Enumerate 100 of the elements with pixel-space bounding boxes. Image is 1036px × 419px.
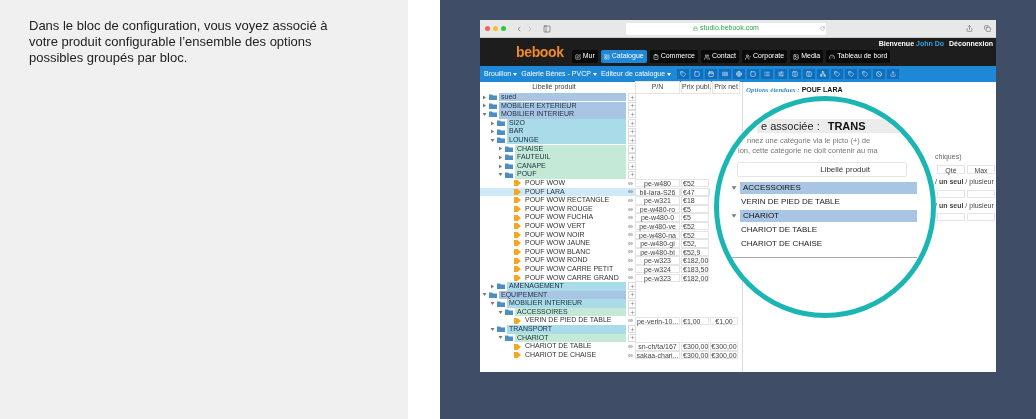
add-button[interactable] bbox=[628, 170, 636, 179]
back-icon[interactable] bbox=[515, 24, 523, 33]
link-icon[interactable] bbox=[628, 215, 633, 221]
max-field[interactable] bbox=[967, 213, 995, 221]
link-icon[interactable] bbox=[628, 352, 633, 358]
link-icon[interactable] bbox=[628, 223, 633, 229]
caption-text: Dans le bloc de configuration, vous voyez associé à votre produit configurable l’ensemble des options possibles groupés par bloc. bbox=[29, 18, 329, 66]
collapsed-caret-icon[interactable] bbox=[482, 94, 487, 100]
close-icon[interactable] bbox=[485, 26, 490, 31]
forward-icon[interactable] bbox=[526, 24, 534, 33]
toolbar-button[interactable] bbox=[873, 69, 886, 79]
expanded-caret-icon[interactable] bbox=[731, 185, 737, 191]
list-icon bbox=[764, 71, 771, 77]
columns-icon bbox=[806, 71, 813, 77]
toolbar-button[interactable] bbox=[817, 69, 830, 79]
tag-icon bbox=[862, 71, 869, 77]
maximize-icon[interactable] bbox=[501, 26, 506, 31]
toolbar-button[interactable] bbox=[845, 69, 858, 79]
minimize-icon[interactable] bbox=[493, 26, 498, 31]
add-button[interactable] bbox=[628, 119, 636, 128]
product-name: CHARIOT DE CHAISE bbox=[740, 238, 824, 250]
section-value: TRANS bbox=[827, 118, 866, 134]
add-button[interactable] bbox=[628, 93, 636, 102]
toolbar-button[interactable] bbox=[887, 69, 900, 79]
network-icon bbox=[820, 71, 827, 77]
link-icon[interactable] bbox=[628, 189, 633, 195]
add-button[interactable] bbox=[628, 282, 636, 291]
link-icon[interactable] bbox=[628, 240, 633, 246]
toolbar-button[interactable] bbox=[761, 69, 774, 79]
toolbar-button[interactable] bbox=[831, 69, 844, 79]
quantity-field[interactable] bbox=[937, 189, 965, 198]
link-icon[interactable] bbox=[628, 206, 633, 212]
expanded-caret-icon[interactable] bbox=[490, 301, 495, 307]
expanded-caret-icon[interactable] bbox=[498, 309, 503, 315]
add-button[interactable] bbox=[628, 110, 636, 119]
add-button[interactable] bbox=[628, 333, 636, 342]
max-field[interactable] bbox=[967, 189, 995, 198]
logo[interactable]: bebook bbox=[516, 41, 564, 63]
link-icon[interactable] bbox=[628, 275, 633, 281]
add-button[interactable] bbox=[628, 299, 636, 308]
gauge-icon bbox=[829, 53, 836, 60]
add-button[interactable] bbox=[628, 308, 636, 317]
share-icon[interactable] bbox=[966, 25, 973, 32]
upload-icon bbox=[890, 71, 897, 77]
link-icon[interactable] bbox=[628, 197, 633, 203]
link-icon[interactable] bbox=[628, 344, 633, 349]
link-icon[interactable] bbox=[628, 258, 633, 264]
collapsed-caret-icon[interactable] bbox=[490, 129, 495, 135]
add-button[interactable] bbox=[628, 136, 636, 145]
link-icon[interactable] bbox=[628, 266, 633, 272]
tabs-icon[interactable] bbox=[984, 25, 991, 32]
add-button[interactable] bbox=[628, 144, 636, 153]
toolbar-button[interactable] bbox=[719, 69, 732, 79]
add-button[interactable] bbox=[628, 153, 636, 162]
toolbar-button[interactable] bbox=[803, 69, 816, 79]
link-icon[interactable] bbox=[628, 180, 633, 186]
add-button[interactable] bbox=[628, 325, 636, 334]
expanded-caret-icon[interactable] bbox=[482, 292, 487, 298]
globe-icon bbox=[736, 71, 743, 77]
calendar-icon bbox=[708, 71, 715, 77]
expanded-caret-icon[interactable] bbox=[482, 111, 487, 117]
section-label: e associée : bbox=[761, 118, 820, 134]
collapsed-caret-icon[interactable] bbox=[498, 163, 503, 169]
sidebar-icon[interactable] bbox=[543, 24, 551, 33]
toolbar-button[interactable] bbox=[677, 69, 690, 79]
link-icon[interactable] bbox=[628, 318, 633, 324]
add-button[interactable] bbox=[628, 162, 636, 171]
add-button[interactable] bbox=[628, 101, 636, 110]
expanded-caret-icon[interactable] bbox=[498, 335, 503, 341]
category-label[interactable]: CHARIOT bbox=[740, 210, 917, 222]
toolbar-button[interactable] bbox=[775, 69, 788, 79]
caret-icon bbox=[667, 72, 672, 76]
collapsed-caret-icon[interactable] bbox=[482, 103, 487, 109]
collapsed-caret-icon[interactable] bbox=[498, 154, 503, 160]
toolbar-button[interactable] bbox=[691, 69, 704, 79]
add-button[interactable] bbox=[628, 127, 636, 136]
category-label[interactable]: ACCESSOIRES bbox=[740, 182, 917, 194]
clipboard-icon bbox=[652, 53, 659, 60]
caret-icon bbox=[592, 72, 597, 76]
tag-icon bbox=[680, 71, 687, 77]
column-header: Libellé produit bbox=[737, 162, 907, 177]
quantity-field[interactable] bbox=[937, 213, 965, 221]
toolbar-button[interactable] bbox=[859, 69, 872, 79]
reload-icon[interactable] bbox=[820, 26, 825, 31]
toolbar-button[interactable] bbox=[733, 69, 746, 79]
link-icon[interactable] bbox=[628, 249, 633, 255]
add-button[interactable] bbox=[628, 290, 636, 299]
expanded-caret-icon[interactable] bbox=[490, 137, 495, 143]
link-icon[interactable] bbox=[628, 232, 633, 238]
collapsed-caret-icon[interactable] bbox=[498, 146, 503, 152]
toolbar-button[interactable] bbox=[705, 69, 718, 79]
collapsed-caret-icon[interactable] bbox=[490, 283, 495, 289]
collapsed-caret-icon[interactable] bbox=[490, 120, 495, 126]
expanded-caret-icon[interactable] bbox=[490, 326, 495, 332]
expanded-caret-icon[interactable] bbox=[731, 213, 737, 219]
users-icon bbox=[703, 53, 710, 60]
toolbar-button[interactable] bbox=[747, 69, 760, 79]
tag-icon bbox=[834, 71, 841, 77]
toolbar-button[interactable] bbox=[789, 69, 802, 79]
expanded-caret-icon[interactable] bbox=[498, 172, 503, 178]
